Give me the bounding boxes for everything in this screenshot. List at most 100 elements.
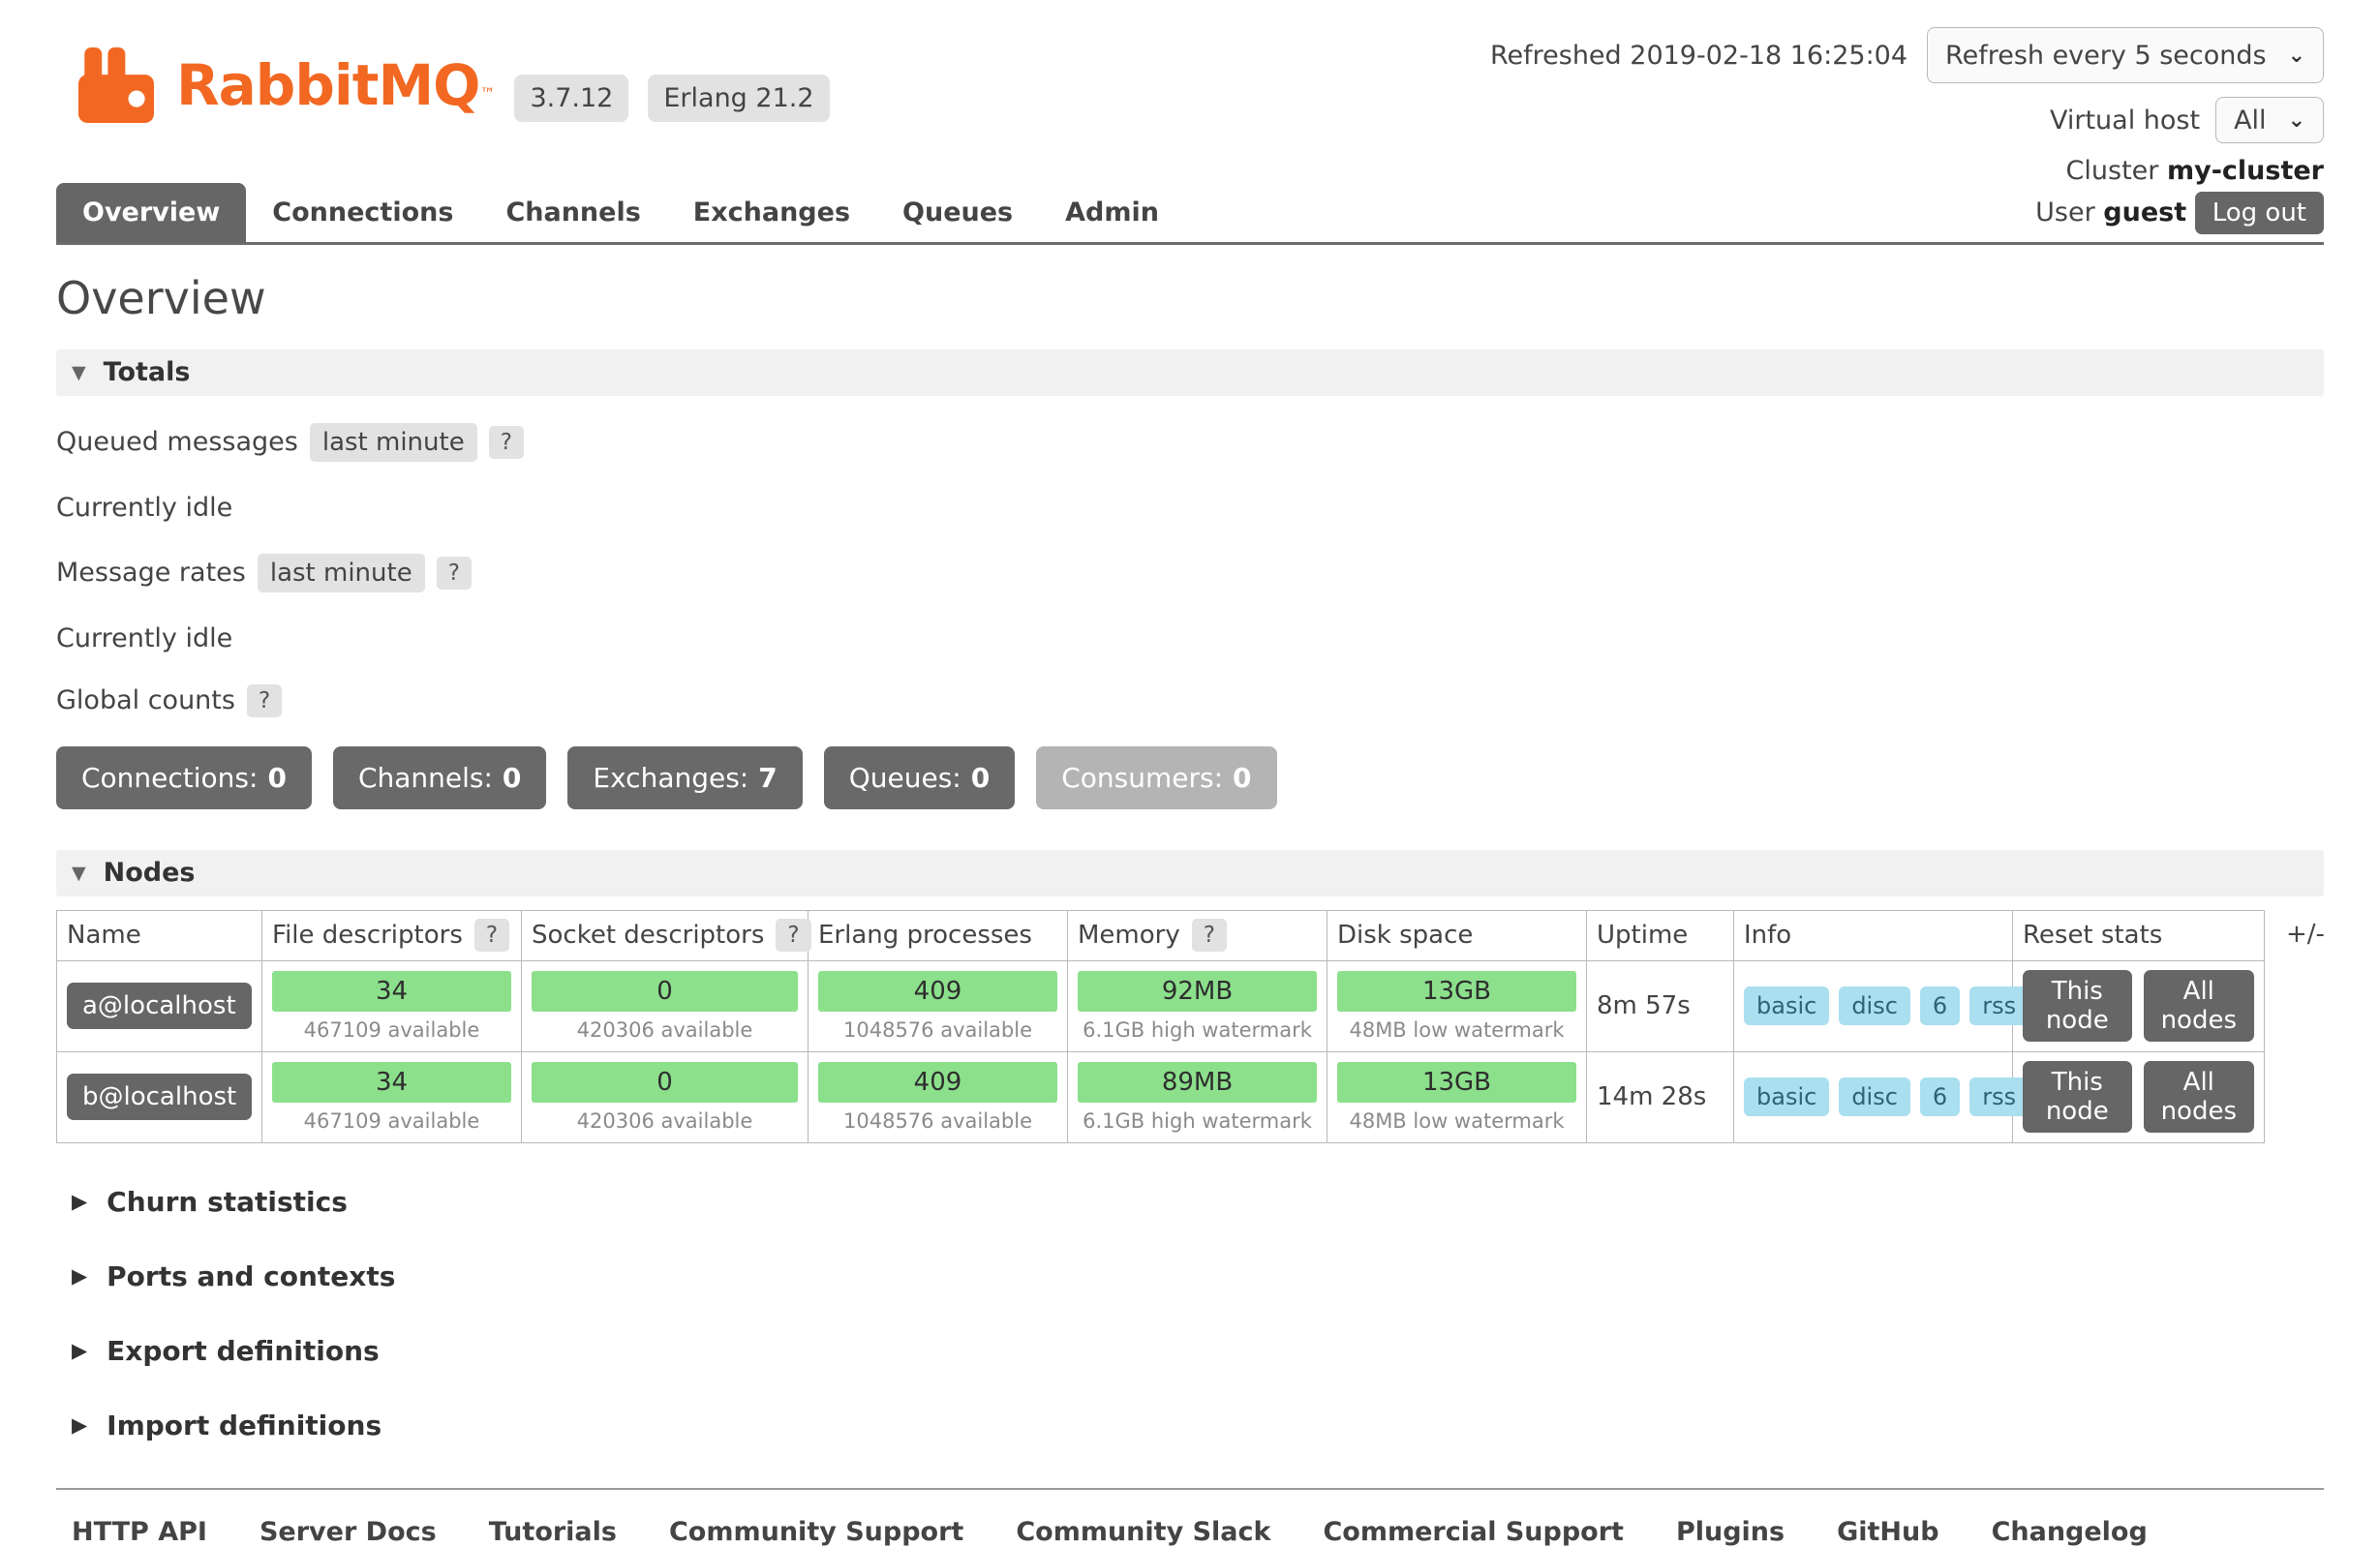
cluster-line: Cluster my-cluster	[2035, 151, 2324, 192]
col-disk-space-label: Disk space	[1337, 921, 1473, 950]
col-uptime-label: Uptime	[1597, 921, 1688, 950]
footer-link-tutorials[interactable]: Tutorials	[489, 1517, 617, 1547]
channels-count-button[interactable]: Channels: 0	[333, 746, 546, 809]
help-icon[interactable]: ?	[1192, 919, 1227, 952]
expand-caret-icon: ▶	[72, 1339, 87, 1362]
channels-count-label: Channels:	[358, 762, 493, 794]
info-tag-rss[interactable]: rss	[1969, 1077, 2029, 1116]
reset-this-node-button[interactable]: This node	[2023, 970, 2132, 1042]
help-icon[interactable]: ?	[489, 426, 524, 459]
help-icon[interactable]: ?	[474, 919, 509, 952]
queued-messages-row: Queued messages last minute ?	[56, 423, 2324, 462]
col-info: Info	[1734, 910, 2013, 960]
file-descriptors-detail: 467109 available	[272, 1018, 511, 1042]
col-reset-stats: Reset stats	[2013, 910, 2265, 960]
totals-section-header[interactable]: ▼ Totals	[56, 349, 2324, 396]
footer-link-commercial-support[interactable]: Commercial Support	[1323, 1517, 1624, 1547]
footer-link-github[interactable]: GitHub	[1837, 1517, 1938, 1547]
footer-link-community-slack[interactable]: Community Slack	[1016, 1517, 1270, 1547]
help-icon[interactable]: ?	[247, 684, 282, 717]
queues-count-button[interactable]: Queues: 0	[824, 746, 1016, 809]
ports-and-contexts-section[interactable]: ▶ Ports and contexts	[72, 1260, 2324, 1292]
tab-channels[interactable]: Channels	[479, 183, 666, 242]
memory-cell: 89MB 6.1GB high watermark	[1068, 1051, 1327, 1142]
reset-this-node-button[interactable]: This node	[2023, 1061, 2132, 1133]
consumers-count-button[interactable]: Consumers: 0	[1036, 746, 1276, 809]
cluster-name: my-cluster	[2167, 156, 2324, 186]
info-tag-cores[interactable]: 6	[1920, 986, 1960, 1025]
reset-stats-cell: This node All nodes	[2013, 960, 2265, 1051]
refreshed-timestamp: Refreshed 2019-02-18 16:25:04	[1490, 41, 1907, 71]
refresh-interval-select[interactable]: Refresh every 5 seconds ⌄	[1927, 27, 2324, 83]
logo-text: RabbitMQ	[176, 52, 479, 118]
expand-caret-icon: ▶	[72, 1413, 87, 1437]
info-tag-rss[interactable]: rss	[1969, 986, 2029, 1025]
col-socket-descriptors: Socket descriptors?	[522, 910, 809, 960]
info-tag-basic[interactable]: basic	[1744, 986, 1829, 1025]
node-name-badge[interactable]: b@localhost	[67, 1074, 252, 1120]
exchanges-count-button[interactable]: Exchanges: 7	[567, 746, 802, 809]
erlang-processes-meter: 409	[818, 971, 1057, 1012]
file-descriptors-detail: 467109 available	[272, 1109, 511, 1133]
disk-space-meter: 13GB	[1337, 971, 1576, 1012]
col-memory: Memory?	[1068, 910, 1327, 960]
message-rates-label: Message rates	[56, 558, 246, 588]
info-tag-disc[interactable]: disc	[1839, 986, 1910, 1025]
node-name-cell: a@localhost	[57, 960, 262, 1051]
tab-exchanges[interactable]: Exchanges	[667, 183, 876, 242]
virtual-host-label: Virtual host	[2050, 106, 2200, 136]
tab-connections[interactable]: Connections	[246, 183, 479, 242]
footer-link-changelog[interactable]: Changelog	[1992, 1517, 2148, 1547]
erlang-version-badge: Erlang 21.2	[648, 75, 829, 122]
help-icon[interactable]: ?	[437, 557, 472, 590]
consumers-count-label: Consumers:	[1061, 762, 1223, 794]
disk-space-detail: 48MB low watermark	[1337, 1109, 1576, 1133]
version-badge: 3.7.12	[514, 75, 628, 122]
user-name: guest	[2103, 197, 2186, 228]
cluster-user-info: Cluster my-cluster User guest Log out	[2035, 151, 2324, 242]
info-cell: basic disc 6 rss	[1734, 1051, 2013, 1142]
tab-admin[interactable]: Admin	[1039, 183, 1185, 242]
footer-link-community-support[interactable]: Community Support	[669, 1517, 963, 1547]
logout-button[interactable]: Log out	[2195, 192, 2324, 234]
footer-link-plugins[interactable]: Plugins	[1676, 1517, 1785, 1547]
tab-bar: Overview Connections Channels Exchanges …	[56, 151, 2324, 245]
info-tag-disc[interactable]: disc	[1839, 1077, 1910, 1116]
churn-statistics-section[interactable]: ▶ Churn statistics	[72, 1186, 2324, 1218]
file-descriptors-cell: 34 467109 available	[262, 960, 522, 1051]
logo-area: RabbitMQ™ 3.7.12 Erlang 21.2	[56, 27, 830, 143]
footer-link-server-docs[interactable]: Server Docs	[259, 1517, 437, 1547]
tab-overview[interactable]: Overview	[56, 183, 246, 242]
socket-descriptors-cell: 0 420306 available	[522, 960, 809, 1051]
info-cell: basic disc 6 rss	[1734, 960, 2013, 1051]
column-toggle-button[interactable]: +/-	[2286, 910, 2325, 949]
disk-space-cell: 13GB 48MB low watermark	[1327, 960, 1587, 1051]
exchanges-count-label: Exchanges:	[593, 762, 748, 794]
collapse-caret-icon: ▼	[72, 362, 86, 383]
nodes-area: Name File descriptors? Socket descriptor…	[56, 910, 2324, 1143]
virtual-host-select[interactable]: All ⌄	[2215, 97, 2324, 143]
connections-count-button[interactable]: Connections: 0	[56, 746, 312, 809]
socket-descriptors-detail: 420306 available	[532, 1109, 798, 1133]
info-tag-cores[interactable]: 6	[1920, 1077, 1960, 1116]
col-disk-space: Disk space	[1327, 910, 1587, 960]
queued-messages-range-selector[interactable]: last minute	[310, 423, 477, 462]
tab-queues[interactable]: Queues	[876, 183, 1039, 242]
memory-detail: 6.1GB high watermark	[1078, 1018, 1317, 1042]
info-tag-basic[interactable]: basic	[1744, 1077, 1829, 1116]
uptime-cell: 14m 28s	[1587, 1051, 1734, 1142]
footer-link-http-api[interactable]: HTTP API	[72, 1517, 207, 1547]
import-definitions-section[interactable]: ▶ Import definitions	[72, 1410, 2324, 1441]
message-rates-range-selector[interactable]: last minute	[258, 554, 425, 592]
col-socket-descriptors-label: Socket descriptors	[532, 921, 764, 950]
col-name: Name	[57, 910, 262, 960]
export-definitions-section[interactable]: ▶ Export definitions	[72, 1335, 2324, 1367]
reset-all-nodes-button[interactable]: All nodes	[2144, 1061, 2254, 1133]
nodes-section-header[interactable]: ▼ Nodes	[56, 850, 2324, 896]
reset-stats-cell: This node All nodes	[2013, 1051, 2265, 1142]
consumers-count-value: 0	[1233, 762, 1251, 794]
node-name-badge[interactable]: a@localhost	[67, 983, 252, 1029]
export-definitions-label: Export definitions	[107, 1335, 380, 1367]
help-icon[interactable]: ?	[776, 919, 810, 952]
reset-all-nodes-button[interactable]: All nodes	[2144, 970, 2254, 1042]
